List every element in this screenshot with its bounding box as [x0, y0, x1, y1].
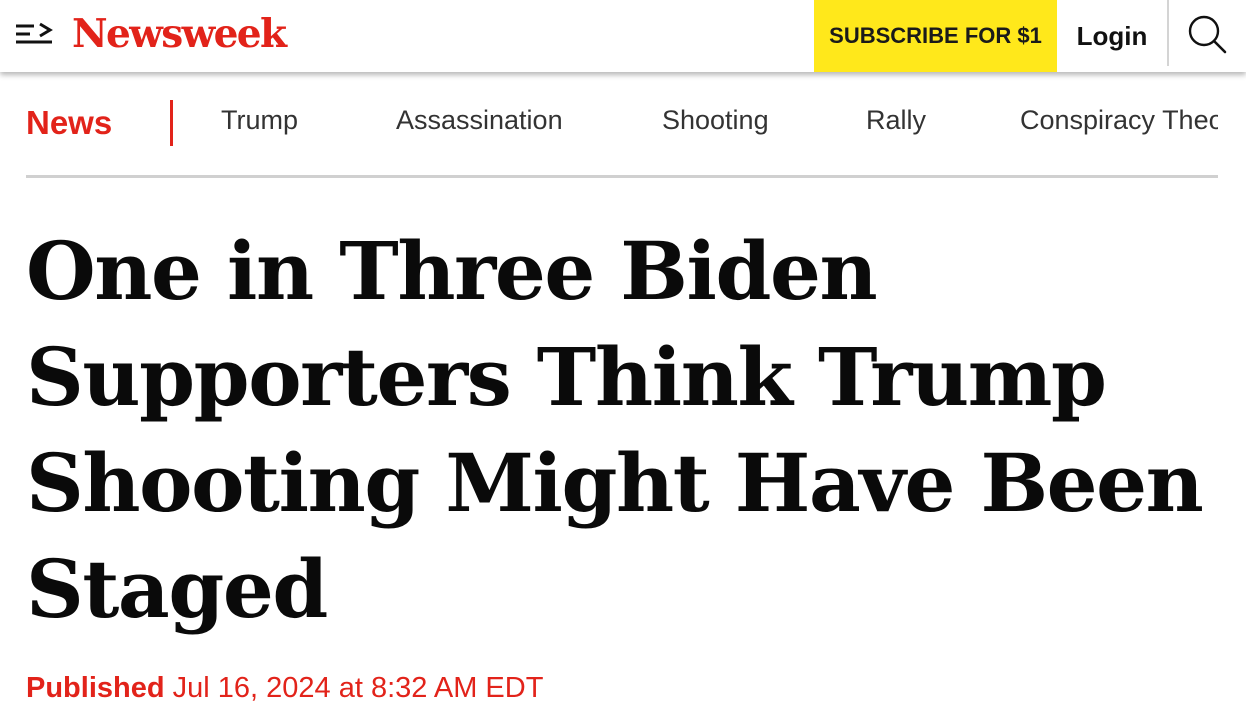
section-nav: News Trump Assassination Shooting Rally … — [0, 72, 1246, 178]
nav-divider — [26, 175, 1218, 178]
newsweek-logo[interactable]: Newsweek — [72, 9, 287, 59]
topic-tag-list: Trump Assassination Shooting Rally Consp… — [173, 72, 1218, 178]
search-icon — [1188, 15, 1227, 54]
subscribe-button[interactable]: SUBSCRIBE FOR $1 — [814, 0, 1057, 72]
section-label-news[interactable]: News — [26, 104, 112, 142]
menu-button[interactable] — [10, 14, 58, 52]
article-headline: One in Three Biden Supporters Think Trum… — [26, 224, 1204, 636]
topic-tag-conspiracy-theories[interactable]: Conspiracy Theories — [1020, 105, 1218, 136]
published-timestamp: Jul 16, 2024 at 8:32 AM EDT — [172, 672, 544, 704]
published-label: Published — [26, 672, 165, 704]
topic-tag-rally[interactable]: Rally — [866, 105, 926, 136]
header-divider — [1167, 0, 1169, 66]
site-header: Newsweek SUBSCRIBE FOR $1 Login — [0, 0, 1246, 72]
topic-tag-shooting[interactable]: Shooting — [662, 105, 769, 136]
published-date: Published Jul 16, 2024 at 8:32 AM EDT — [26, 672, 543, 705]
menu-arrow-icon — [16, 22, 53, 44]
login-button[interactable]: Login — [1057, 0, 1167, 72]
topic-tag-assassination[interactable]: Assassination — [396, 105, 563, 136]
topic-tag-trump[interactable]: Trump — [221, 105, 298, 136]
search-button[interactable] — [1172, 6, 1242, 62]
